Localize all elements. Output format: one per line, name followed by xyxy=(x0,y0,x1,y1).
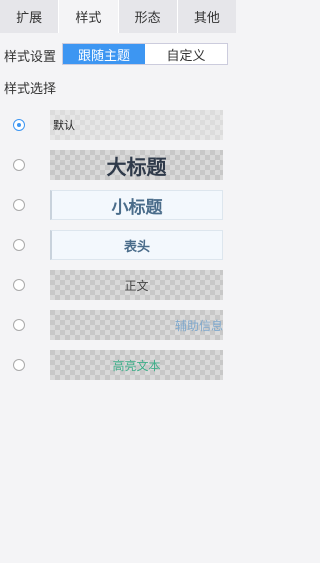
style-preview-highlight[interactable]: 高亮文本 xyxy=(50,350,223,380)
tab-style[interactable]: 样式 xyxy=(59,0,119,33)
style-option-body[interactable]: 正文 xyxy=(0,270,236,300)
style-preview-title[interactable]: 大标题 xyxy=(50,150,223,180)
tab-form[interactable]: 形态 xyxy=(118,0,178,33)
style-preview-header[interactable]: 表头 xyxy=(50,230,223,260)
radio-title[interactable] xyxy=(13,159,25,171)
follow-theme-button[interactable]: 跟随主题 xyxy=(63,44,145,64)
radio-aux[interactable] xyxy=(13,319,25,331)
style-preview-subtitle[interactable]: 小标题 xyxy=(50,190,223,220)
style-preview-body[interactable]: 正文 xyxy=(50,270,223,300)
radio-highlight[interactable] xyxy=(13,359,25,371)
tab-extend[interactable]: 扩展 xyxy=(0,0,60,33)
radio-body[interactable] xyxy=(13,279,25,291)
style-preview-default[interactable]: 默认 xyxy=(50,110,223,140)
style-settings-label: 样式设置 xyxy=(4,50,57,65)
style-select-label: 样式选择 xyxy=(4,82,57,97)
style-option-aux[interactable]: 辅助信息 xyxy=(0,310,236,340)
radio-header[interactable] xyxy=(13,239,25,251)
style-option-subtitle[interactable]: 小标题 xyxy=(0,190,236,220)
style-option-header[interactable]: 表头 xyxy=(0,230,236,260)
style-settings-toggle: 跟随主题 自定义 xyxy=(62,43,228,65)
tab-other[interactable]: 其他 xyxy=(177,0,236,33)
custom-button[interactable]: 自定义 xyxy=(145,44,227,64)
radio-subtitle[interactable] xyxy=(13,199,25,211)
style-option-highlight[interactable]: 高亮文本 xyxy=(0,350,236,380)
style-option-title[interactable]: 大标题 xyxy=(0,150,236,180)
style-preview-aux[interactable]: 辅助信息 xyxy=(50,310,223,340)
tab-bar: 扩展 样式 形态 其他 xyxy=(0,0,236,33)
radio-default[interactable] xyxy=(13,119,25,131)
style-option-default[interactable]: 默认 xyxy=(0,110,236,140)
